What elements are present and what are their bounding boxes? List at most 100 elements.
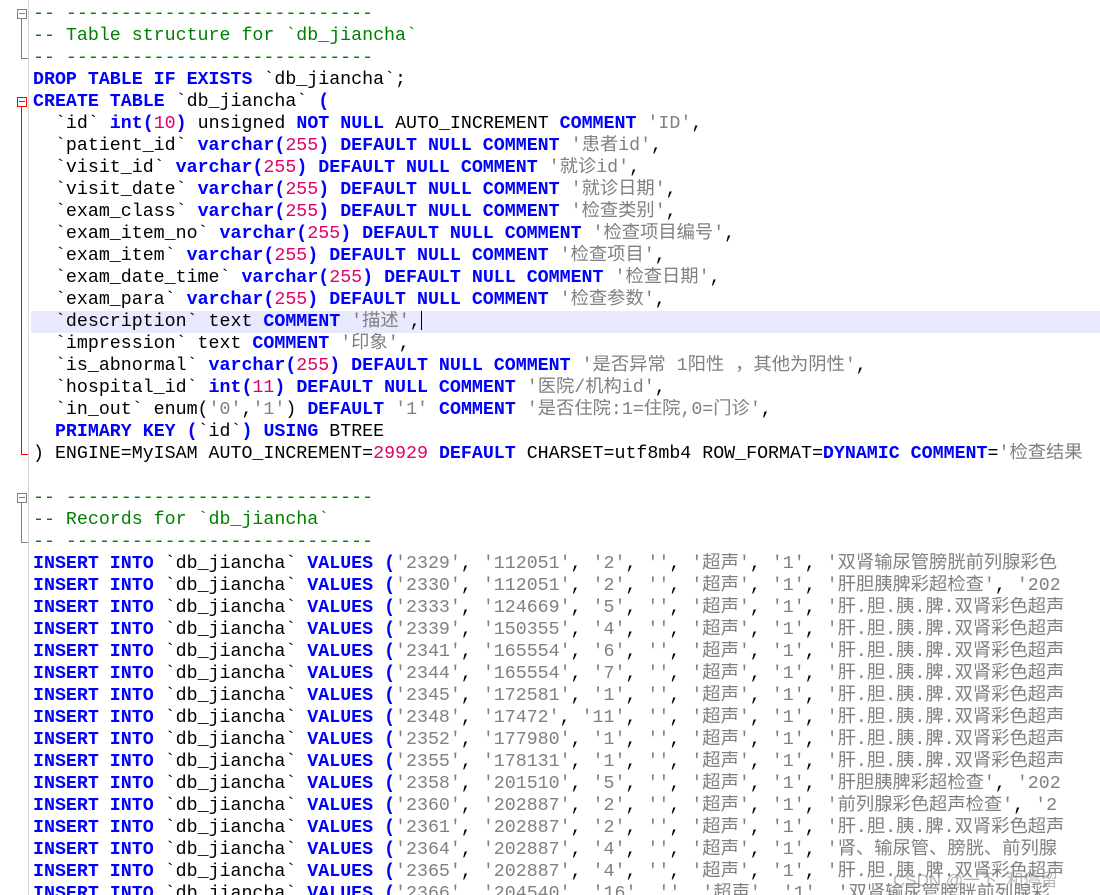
sql-text: `db_jiancha` [153, 796, 308, 816]
sql-text: `id` [197, 422, 242, 442]
sql-string: '2355' [395, 752, 461, 772]
sql-text: , [749, 730, 772, 750]
code-line[interactable]: INSERT INTO `db_jiancha` VALUES ('2333',… [33, 597, 1100, 619]
code-line[interactable]: -- Table structure for `db_jiancha` [33, 25, 1100, 47]
sql-string: '6' [592, 642, 626, 662]
sql-string: '17472' [482, 708, 560, 728]
sql-string: '超声' [691, 774, 750, 794]
code-line[interactable]: `exam_item` varchar(255) DEFAULT NULL CO… [33, 245, 1100, 267]
code-line[interactable]: `exam_class` varchar(255) DEFAULT NULL C… [33, 201, 1100, 223]
sql-text: , [460, 730, 483, 750]
sql-string: '5' [592, 774, 626, 794]
sql-keyword: VALUES ( [307, 642, 396, 662]
code-line[interactable]: INSERT INTO `db_jiancha` VALUES ('2348',… [33, 707, 1100, 729]
code-line[interactable]: DROP TABLE IF EXISTS `db_jiancha`; [33, 69, 1100, 91]
fold-guide-line [21, 107, 22, 454]
sql-string: '1' [771, 642, 805, 662]
fold-collapse-icon[interactable] [17, 9, 27, 19]
sql-text: ) [285, 400, 308, 420]
code-line[interactable]: INSERT INTO `db_jiancha` VALUES ('2341',… [33, 641, 1100, 663]
sql-string: '检查结果 [998, 444, 1083, 464]
code-line[interactable]: INSERT INTO `db_jiancha` VALUES ('2355',… [33, 751, 1100, 773]
sql-keyword: varchar( [175, 158, 264, 178]
code-line[interactable]: INSERT INTO `db_jiancha` VALUES ('2329',… [33, 553, 1100, 575]
sql-string: '' [658, 884, 681, 895]
sql-text: , [570, 862, 593, 882]
sql-string: '是否住院:1=住院,0=门诊' [526, 400, 761, 420]
sql-string: '112051' [482, 576, 571, 596]
code-line[interactable]: INSERT INTO `db_jiancha` VALUES ('2364',… [33, 839, 1100, 861]
code-line[interactable]: INSERT INTO `db_jiancha` VALUES ('2360',… [33, 795, 1100, 817]
sql-number: 11 [252, 378, 275, 398]
code-line[interactable]: `patient_id` varchar(255) DEFAULT NULL C… [33, 135, 1100, 157]
code-line[interactable]: INSERT INTO `db_jiancha` VALUES ('2344',… [33, 663, 1100, 685]
sql-string: '肾、输尿管、膀胱、前列腺 [826, 840, 1058, 860]
sql-string: '1' [771, 708, 805, 728]
code-line[interactable]: ) ENGINE=MyISAM AUTO_INCREMENT=29929 DEF… [33, 443, 1100, 465]
code-line[interactable]: `is_abnormal` varchar(255) DEFAULT NULL … [33, 355, 1100, 377]
sql-string: '肝.胆.胰.脾.双肾彩色超声 [826, 620, 1065, 640]
code-editor[interactable]: -- ---------------------------- -- Table … [0, 0, 1100, 895]
text-caret [420, 311, 422, 330]
sql-string: '1' [771, 620, 805, 640]
sql-text: `patient_id` [33, 136, 198, 156]
fold-margin[interactable] [0, 0, 30, 895]
code-line[interactable]: INSERT INTO `db_jiancha` VALUES ('2352',… [33, 729, 1100, 751]
code-line[interactable]: `visit_date` varchar(255) DEFAULT NULL C… [33, 179, 1100, 201]
sql-keyword: ) DEFAULT NULL COMMENT [274, 378, 516, 398]
sql-text: `exam_class` [33, 202, 198, 222]
code-line[interactable]: `exam_date_time` varchar(255) DEFAULT NU… [33, 267, 1100, 289]
code-line[interactable]: `hospital_id` int(11) DEFAULT NULL COMME… [33, 377, 1100, 399]
code-line[interactable]: `exam_item_no` varchar(255) DEFAULT NULL… [33, 223, 1100, 245]
sql-string: '2364' [395, 840, 461, 860]
sql-string: '检查参数' [559, 290, 655, 310]
code-line[interactable]: -- ---------------------------- [33, 487, 1100, 509]
sql-string: '1' [771, 752, 805, 772]
code-line[interactable]: INSERT INTO `db_jiancha` VALUES ('2330',… [33, 575, 1100, 597]
sql-comment: -- Records for `db_jiancha` [33, 510, 330, 530]
sql-text: , [804, 862, 827, 882]
code-line[interactable]: `in_out` enum('0','1') DEFAULT '1' COMME… [33, 399, 1100, 421]
sql-string: '肝.胆.胰.脾.双肾彩色超声 [826, 818, 1065, 838]
code-line[interactable]: INSERT INTO `db_jiancha` VALUES ('2339',… [33, 619, 1100, 641]
code-line[interactable]: -- ---------------------------- [33, 47, 1100, 69]
code-line[interactable]: `id` int(10) unsigned NOT NULL AUTO_INCR… [33, 113, 1100, 135]
sql-text: `db_jiancha` [153, 708, 308, 728]
code-line[interactable]: CREATE TABLE `db_jiancha` ( [33, 91, 1100, 113]
sql-number: 255 [263, 158, 297, 178]
sql-keyword: ) DEFAULT NULL COMMENT [307, 246, 549, 266]
code-area[interactable]: -- ---------------------------- -- Table … [33, 3, 1100, 895]
sql-text: , [749, 862, 772, 882]
code-line[interactable]: PRIMARY KEY (`id`) USING BTREE [33, 421, 1100, 443]
sql-text: `db_jiancha` [153, 862, 308, 882]
code-line[interactable]: `visit_id` varchar(255) DEFAULT NULL COM… [33, 157, 1100, 179]
sql-string: '检查类别' [570, 202, 666, 222]
sql-string: '2329' [395, 554, 461, 574]
sql-keyword: VALUES ( [307, 752, 396, 772]
sql-string: '' [647, 862, 670, 882]
sql-keyword: INSERT INTO [33, 686, 154, 706]
fold-collapse-icon[interactable] [17, 97, 27, 107]
sql-string: '1' [771, 818, 805, 838]
sql-keyword: ( [318, 92, 330, 112]
fold-collapse-icon[interactable] [17, 493, 27, 503]
code-line[interactable]: `description` text COMMENT '描述', [33, 311, 1100, 333]
sql-string: '医院/机构id' [526, 378, 655, 398]
code-line[interactable]: `impression` text COMMENT '印象', [33, 333, 1100, 355]
code-line[interactable] [33, 465, 1100, 487]
code-line[interactable]: INSERT INTO `db_jiancha` VALUES ('2361',… [33, 817, 1100, 839]
sql-text: , [460, 686, 483, 706]
code-line[interactable]: `exam_para` varchar(255) DEFAULT NULL CO… [33, 289, 1100, 311]
sql-string: '2339' [395, 620, 461, 640]
sql-string: '前列腺彩色超声检查' [826, 796, 1014, 816]
sql-string: '' [647, 576, 670, 596]
code-line[interactable]: -- ---------------------------- [33, 531, 1100, 553]
code-line[interactable]: -- Records for `db_jiancha` [33, 509, 1100, 531]
sql-text: `db_jiancha` [153, 730, 308, 750]
code-line[interactable]: INSERT INTO `db_jiancha` VALUES ('2345',… [33, 685, 1100, 707]
code-line[interactable]: -- ---------------------------- [33, 3, 1100, 25]
code-line[interactable]: INSERT INTO `db_jiancha` VALUES ('2358',… [33, 773, 1100, 795]
sql-text: , [804, 576, 827, 596]
